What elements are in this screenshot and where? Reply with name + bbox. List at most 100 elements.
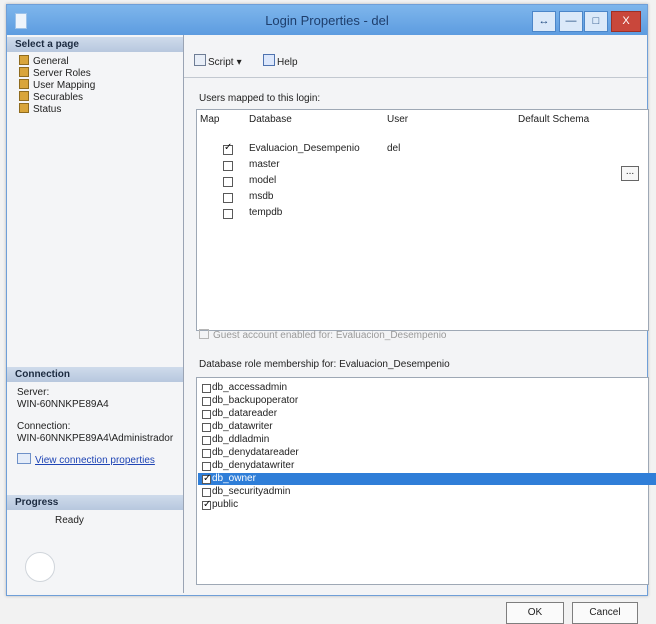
database-cell: Evaluacion_Desempenio [249,143,360,154]
role-label: db_accessadmin [212,382,288,393]
role-label: db_ddladmin [212,434,270,445]
minimize-button[interactable]: — [559,11,583,32]
chevron-down-icon[interactable]: ▾ [237,57,242,68]
close-button[interactable]: X [611,11,641,32]
list-item[interactable]: db_ddladmin [198,434,656,446]
list-item[interactable]: db_accessadmin [198,382,656,394]
select-page-header: Select a page [7,37,183,52]
column-header-map: Map [200,114,220,125]
server-value: WIN-60NNKPE89A4 [17,399,109,410]
sidebar-item-label: Server Roles [33,68,91,79]
page-icon [19,79,29,89]
connection-label: Connection: [17,421,71,432]
list-item[interactable]: db_denydatareader [198,447,656,459]
role-checkbox[interactable] [202,436,211,445]
sidebar-item-securables[interactable]: Securables [19,91,83,103]
list-item[interactable]: db_securityadmin [198,486,656,498]
role-label: db_backupoperator [212,395,299,406]
list-item[interactable]: db_backupoperator [198,395,656,407]
role-checkbox[interactable]: ✓ [202,473,212,484]
list-item[interactable]: db_denydatawriter [198,460,656,472]
sidebar-item-label: User Mapping [33,80,96,91]
role-label: db_denydatawriter [212,460,295,471]
role-checkbox[interactable] [202,488,211,497]
script-button[interactable]: Script ▾ [194,54,242,68]
help-icon [263,54,275,66]
role-checkbox[interactable] [202,384,211,393]
main-panel: Script ▾ Help Users mapped to this login:… [184,35,656,624]
guest-account-text: Guest account enabled for: Evaluacion_De… [213,330,447,341]
role-label: public [212,499,239,510]
map-checkbox[interactable]: ✓ [223,142,233,155]
maximize-button[interactable]: □ [584,11,608,32]
check-icon: ✓ [203,473,212,484]
sidebar-item-user-mapping[interactable]: User Mapping [19,79,95,91]
table-row[interactable]: ✓ Evaluacion_Desempenio del [197,142,656,156]
page-icon [19,55,29,65]
user-cell: del [387,143,401,154]
check-icon: ✓ [224,142,233,153]
restore-icon[interactable]: ↔ [532,11,556,32]
map-checkbox[interactable] [223,161,233,171]
progress-header: Progress [7,495,183,510]
sidebar-item-general[interactable]: General [19,55,69,67]
sidebar-item-label: Securables [33,92,84,103]
column-header-user: User [387,114,409,125]
help-button[interactable]: Help [263,54,298,68]
list-item[interactable]: db_datawriter [198,421,656,433]
progress-circle-icon [25,552,55,582]
ok-button[interactable]: OK [506,602,564,624]
role-checkbox[interactable] [202,397,211,406]
view-connection-properties-label[interactable]: View connection properties [35,455,155,466]
role-label: db_datareader [212,408,278,419]
column-header-database: Database [249,114,292,125]
script-label: Script [208,57,234,68]
role-label: db_owner [212,473,256,484]
cancel-button[interactable]: Cancel [572,602,638,624]
role-checkbox[interactable]: ✓ [202,500,211,510]
role-checkbox[interactable] [202,423,211,432]
page-icon [19,91,29,101]
sidebar-item-server-roles[interactable]: Server Roles [19,67,91,79]
role-label: db_datawriter [212,421,273,432]
script-icon [194,54,206,66]
sidebar: Select a page General Server Roles User … [7,35,184,593]
connection-header: Connection [7,367,183,382]
map-checkbox[interactable] [223,193,233,203]
table-row[interactable]: master [197,158,656,172]
connection-value: WIN-60NNKPE89A4\Administrador [17,433,174,444]
users-mapped-table: Map Database User Default Schema ✓ Evalu… [196,109,649,331]
database-cell: master [249,159,280,170]
database-cell: model [249,175,277,186]
map-checkbox[interactable] [223,177,233,187]
list-item-selected[interactable]: ✓ db_owner [198,473,656,485]
role-checkbox[interactable] [202,410,211,419]
database-role-list: db_accessadmin db_backupoperator db_data… [196,377,656,585]
list-item[interactable]: ✓ public [198,499,656,511]
role-checkbox[interactable] [202,462,211,471]
users-mapped-label: Users mapped to this login: [199,93,321,104]
title-bar[interactable]: Login Properties - del ↔ — □ X [7,5,647,35]
table-row[interactable]: tempdb [197,206,656,220]
table-row[interactable]: msdb [197,190,656,204]
page-icon [19,103,29,113]
sidebar-item-label: Status [33,104,62,115]
guest-account-checkbox-label[interactable]: Guest account enabled for: Evaluacion_De… [199,329,446,341]
toolbar: Script ▾ Help [184,49,647,71]
role-membership-label: Database role membership for: Evaluacion… [199,359,450,370]
role-checkbox[interactable] [202,449,211,458]
list-item[interactable]: db_datareader [198,408,656,420]
view-connection-properties-link[interactable]: View connection properties [17,453,155,467]
login-properties-window: Login Properties - del ↔ — □ X Select a … [6,4,656,624]
table-row[interactable]: model [197,174,656,188]
page-icon [19,67,29,77]
database-cell: tempdb [249,207,283,218]
sidebar-item-status[interactable]: Status [19,103,61,115]
browse-schema-button[interactable]: ... [621,166,639,181]
server-label: Server: [17,387,50,398]
help-label: Help [277,57,298,68]
role-label: db_securityadmin [212,486,291,497]
guest-account-checkbox[interactable] [199,329,209,339]
column-header-default-schema: Default Schema [518,114,590,125]
map-checkbox[interactable] [223,209,233,219]
